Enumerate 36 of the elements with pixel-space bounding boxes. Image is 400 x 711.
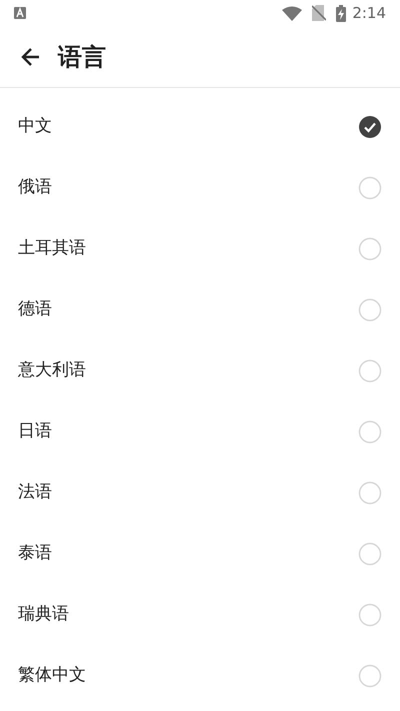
page-title: 语言: [58, 42, 106, 72]
radio-icon[interactable]: [358, 298, 382, 322]
language-option[interactable]: 繁体中文: [0, 645, 400, 706]
radio-icon[interactable]: [358, 358, 382, 382]
language-option[interactable]: 中文: [0, 96, 400, 157]
radio-icon[interactable]: [358, 480, 382, 504]
language-label: 泰语: [18, 542, 52, 565]
language-option[interactable]: 泰语: [0, 523, 400, 584]
language-label: 繁体中文: [18, 664, 86, 687]
language-label: 法语: [18, 480, 52, 504]
language-option[interactable]: 日语: [0, 401, 400, 462]
language-option[interactable]: 俄语: [0, 157, 400, 218]
language-option[interactable]: 法语: [0, 462, 400, 523]
status-time: 2:14: [352, 2, 386, 24]
language-option[interactable]: 德语: [0, 279, 400, 340]
radio-icon[interactable]: [358, 602, 382, 626]
language-label: 俄语: [18, 176, 52, 199]
checked-radio-icon[interactable]: [358, 114, 382, 138]
language-label: 日语: [18, 420, 52, 443]
language-label: 意大利语: [18, 358, 86, 382]
language-option[interactable]: 土耳其语: [0, 218, 400, 279]
radio-icon[interactable]: [358, 176, 382, 200]
radio-icon[interactable]: [358, 542, 382, 566]
language-label: 中文: [18, 114, 52, 138]
radio-icon[interactable]: [358, 664, 382, 688]
language-label: 德语: [18, 298, 52, 321]
keyboard-indicator-icon: [14, 7, 26, 19]
battery-charging-icon: [336, 4, 346, 22]
radio-icon[interactable]: [358, 420, 382, 444]
no-sim-icon: [312, 5, 326, 21]
radio-icon[interactable]: [358, 236, 382, 260]
wifi-icon: [282, 6, 302, 20]
language-option[interactable]: 瑞典语: [0, 584, 400, 645]
language-label: 瑞典语: [18, 602, 69, 626]
language-option[interactable]: 意大利语: [0, 340, 400, 401]
language-label: 土耳其语: [18, 236, 86, 260]
